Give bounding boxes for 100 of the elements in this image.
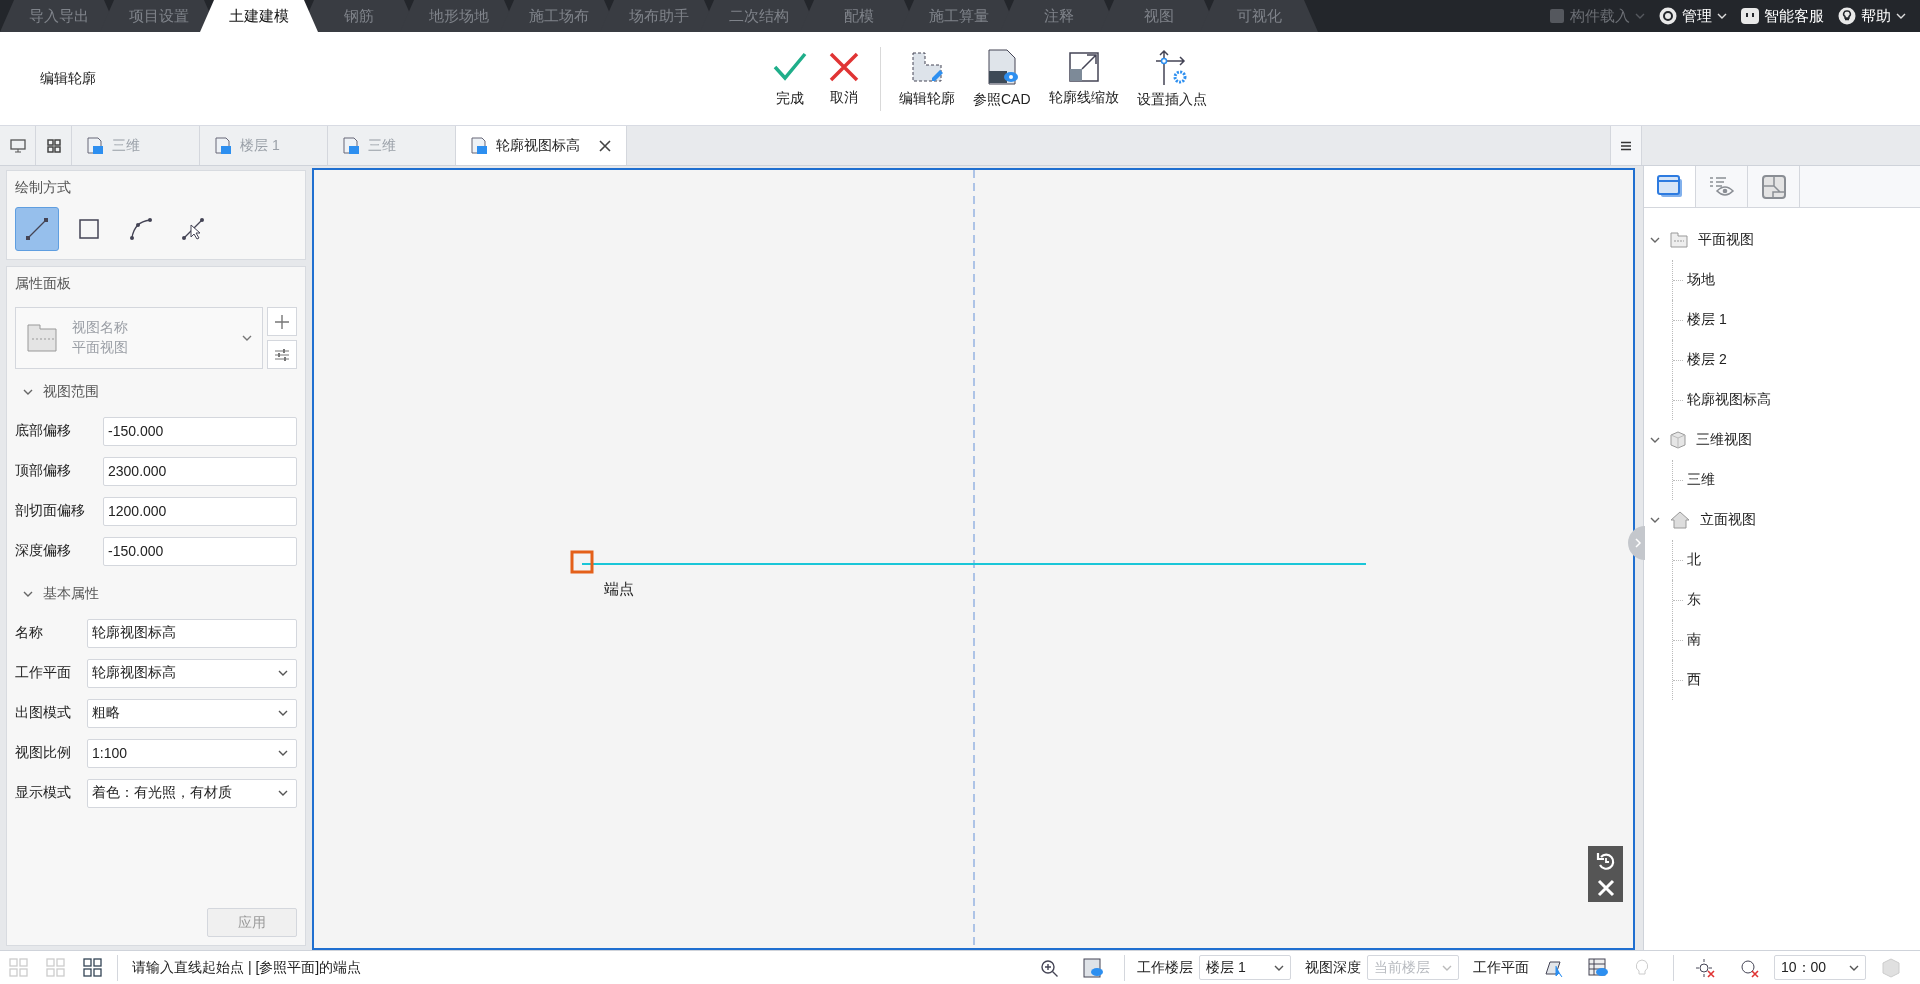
grid-icon (83, 958, 102, 977)
tree-node[interactable]: 平面视图 (1650, 220, 1920, 260)
window-icon (1656, 174, 1683, 199)
plan-view-icon (1670, 232, 1688, 248)
lightbulb-icon (1838, 7, 1856, 25)
type-name: 平面视图 (72, 339, 129, 357)
document-tab[interactable]: 轮廓视图标高 (456, 126, 627, 165)
menu-tab[interactable]: 土建建模 (200, 0, 318, 32)
tree-node[interactable]: 三维视图 (1650, 420, 1920, 460)
house-icon (1670, 511, 1690, 529)
input-field[interactable]: 2300.000 (103, 456, 297, 486)
layout-panel-icon (1761, 174, 1786, 199)
input-field[interactable]: 1200.000 (103, 496, 297, 526)
ribbon-title: 编辑轮廓 (39, 69, 97, 88)
tab-label: 楼层 1 (240, 136, 280, 155)
type-name: 视图名称 (72, 319, 129, 337)
chat-robot-icon (1741, 8, 1759, 24)
ribbon-button[interactable]: 完成 (768, 45, 812, 112)
dropdown-value: 粗略 (92, 704, 120, 722)
ribbon-button[interactable]: 参照CAD (969, 44, 1035, 113)
panel-tab[interactable] (1644, 166, 1696, 207)
tree-node[interactable]: 立面视图 (1650, 500, 1920, 540)
dropdown-value: 楼层 1 (1206, 958, 1246, 977)
endpoint-label: 端点 (604, 580, 634, 599)
status-message: 请输入直线起始点 | [参照平面]的端点 (131, 958, 362, 977)
tree-item[interactable]: 轮廓视图标高 (1672, 380, 1920, 420)
grid-icon (46, 958, 65, 977)
plus-icon (275, 314, 289, 329)
tree-item[interactable]: 北 (1672, 540, 1920, 580)
field-label: 视图深度 (1305, 958, 1361, 977)
section-header[interactable]: 基本属性 (15, 585, 107, 603)
panel-title: 属性面板 (15, 275, 72, 293)
top-menu-button[interactable]: 管理 (1659, 6, 1727, 26)
tree-item[interactable]: 楼层 1 (1672, 300, 1920, 340)
input-field[interactable]: 轮廓视图标高 (87, 618, 297, 648)
close-icon (828, 50, 860, 83)
ribbon-button[interactable]: 编辑轮廓 (895, 45, 959, 112)
tree-item[interactable]: 南 (1672, 620, 1920, 660)
rotate-icon (1595, 851, 1616, 871)
input-field[interactable]: -150.000 (103, 416, 297, 446)
dropdown-value: 10：00 (1781, 958, 1827, 977)
tree-item[interactable]: 场地 (1672, 260, 1920, 300)
tree-item[interactable]: 西 (1672, 660, 1920, 700)
tile-view-button[interactable] (36, 126, 72, 165)
dropdown-field[interactable]: 粗略 (87, 698, 297, 728)
dropdown-field[interactable]: 1:100 (87, 738, 297, 768)
menu-icon (1621, 140, 1631, 151)
dropdown-field[interactable]: 着色：有光照，有材质 (87, 778, 297, 808)
sun-off-icon (1695, 957, 1715, 978)
plan-view-icon (26, 323, 58, 353)
view-switch-button[interactable] (0, 126, 36, 165)
tree-item[interactable]: 三维 (1672, 460, 1920, 500)
field-label: 名称 (15, 624, 44, 642)
caret-icon (278, 790, 288, 796)
ribbon-button[interactable]: 设置插入点 (1132, 44, 1211, 113)
cube-icon (1881, 957, 1901, 978)
zoom-icon (1039, 957, 1059, 978)
view-document-icon (470, 136, 488, 155)
tree-item[interactable]: 楼层 2 (1672, 340, 1920, 380)
caret-icon (1274, 964, 1284, 971)
panel-title: 绘制方式 (15, 179, 72, 197)
view-document-icon (214, 136, 232, 155)
line-tool-icon (24, 216, 50, 242)
caret-icon (278, 670, 288, 676)
shadow-off-icon (1739, 957, 1759, 978)
drawing-tool-button[interactable] (15, 207, 59, 251)
dropdown-field[interactable]: 轮廓视图标高 (87, 658, 297, 688)
top-menu-button[interactable]: 帮助 (1838, 6, 1906, 26)
top-menu-button[interactable]: 智能客服 (1741, 6, 1824, 26)
caret-icon (1849, 964, 1859, 971)
field-label: 顶部偏移 (15, 462, 72, 480)
caret-icon (242, 335, 252, 341)
add-button[interactable] (267, 307, 297, 336)
section-header[interactable]: 视图范围 (15, 383, 107, 401)
caret-icon (278, 710, 288, 716)
rectangle-tool-icon (77, 217, 101, 241)
ribbon-button[interactable]: 取消 (822, 46, 866, 111)
tab-label: 轮廓视图标高 (496, 136, 580, 155)
tree-item[interactable]: 东 (1672, 580, 1920, 620)
caret-icon (1635, 13, 1645, 19)
chevron-icon (1650, 235, 1660, 245)
grid-eye-icon (1588, 957, 1608, 978)
grid-icon (46, 138, 61, 153)
input-field[interactable]: -150.000 (103, 536, 297, 566)
dropdown-field[interactable]: 楼层 1 (1199, 955, 1291, 980)
edit-type-button[interactable] (267, 340, 297, 369)
dashed-outline-pencil-icon (910, 49, 944, 84)
field-label: 底部偏移 (15, 422, 72, 440)
panel-menu-button[interactable] (1610, 126, 1642, 165)
field-label: 视图比例 (15, 744, 72, 762)
chevron-icon (1650, 515, 1660, 525)
save-eye-icon (1083, 957, 1103, 978)
box-icon (1549, 8, 1565, 24)
field-label: 出图模式 (15, 704, 72, 722)
caret-icon (278, 750, 288, 756)
close-icon[interactable] (598, 138, 612, 153)
dropdown-value: 当前楼层 (1374, 958, 1430, 977)
dropdown-value: 1:100 (92, 745, 128, 761)
dropdown-field[interactable]: 10：00 (1774, 955, 1866, 980)
ribbon-button[interactable]: 轮廓线缩放 (1044, 46, 1123, 111)
